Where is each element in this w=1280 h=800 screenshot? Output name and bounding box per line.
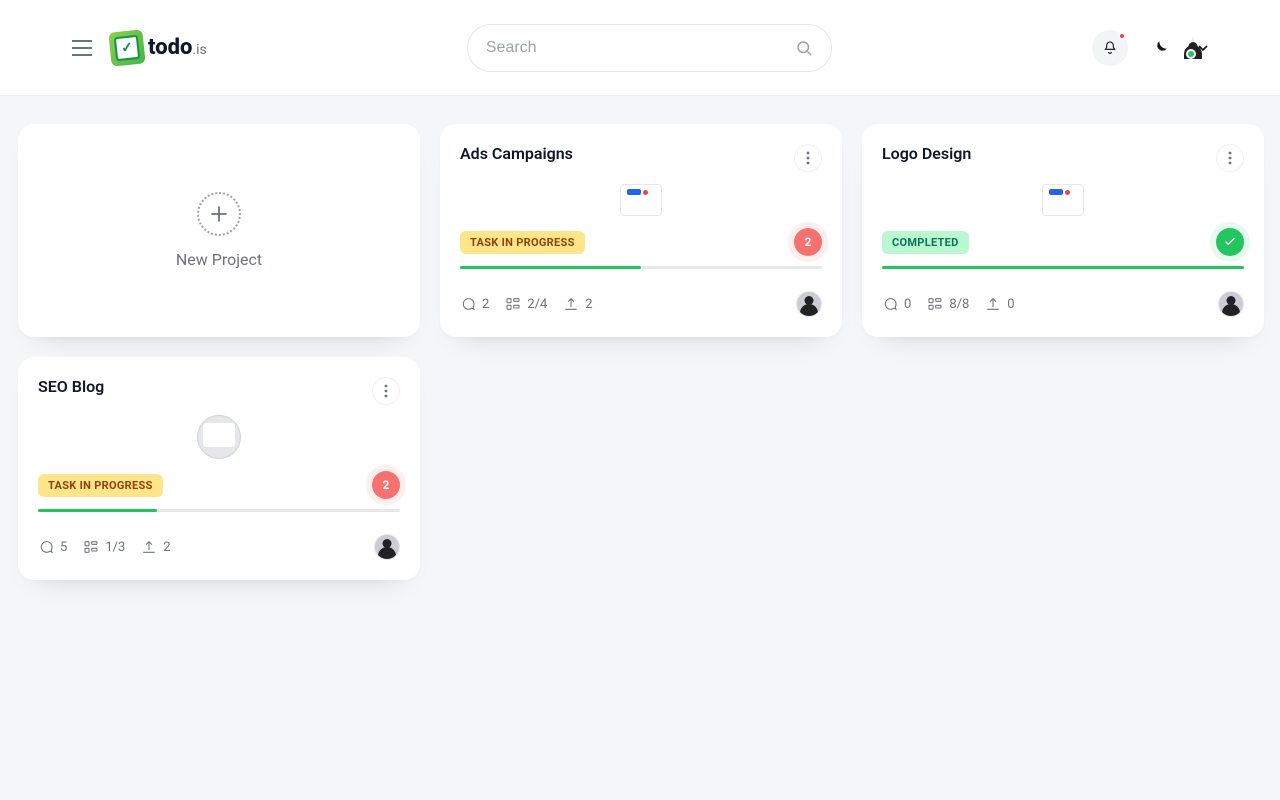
theme-toggle-button[interactable] [1142,30,1178,66]
stat-tasks: 2/4 [505,296,547,312]
add-project-icon [197,192,241,236]
project-footer: 5 1/3 2 [38,534,400,560]
logo-word: todo [148,35,192,60]
notifications-button[interactable] [1092,30,1128,66]
stat-tasks: 8/8 [927,296,969,312]
stat-comments: 0 [882,296,911,312]
project-progress [882,266,1244,269]
project-thumbnail [197,415,241,459]
project-progress [38,509,400,512]
comment-icon [38,539,54,555]
project-owner-avatar[interactable] [374,534,400,560]
logo-mark-icon [108,29,145,66]
notification-dot-icon [1118,32,1126,40]
project-status-row: TASK IN PROGRESS 2 [38,471,400,499]
project-stats: 2 2/4 2 [460,296,593,312]
search-input[interactable] [486,39,795,57]
comments-count: 5 [60,540,67,555]
bell-icon [1102,40,1118,56]
project-card-header: Ads Campaigns [460,144,822,172]
tasks-count: 8/8 [949,297,969,312]
comment-icon [882,296,898,312]
project-card[interactable]: Logo Design COMPLETED 0 [862,124,1264,337]
content-area: New Project Ads Campaigns TASK IN PROGRE… [0,96,1280,800]
project-menu-button[interactable] [372,377,400,405]
tasks-icon [927,296,943,312]
project-thumbnail [1042,184,1084,216]
tasks-count: 2/4 [527,297,547,312]
project-card[interactable]: Ads Campaigns TASK IN PROGRESS 2 2 [440,124,842,337]
project-status-row: TASK IN PROGRESS 2 [460,228,822,256]
status-badge: TASK IN PROGRESS [460,231,585,254]
user-menu[interactable] [1192,38,1208,57]
search-icon [795,39,813,57]
stat-tasks: 1/3 [83,539,125,555]
new-project-label: New Project [176,250,262,269]
hamburger-icon [72,40,92,56]
upload-icon [141,539,157,555]
logo[interactable]: todo.is [110,31,207,65]
header-center [207,24,1092,72]
comments-count: 0 [904,297,911,312]
project-status-row: COMPLETED [882,228,1244,256]
project-menu-button[interactable] [1216,144,1244,172]
pending-count-pill: 2 [372,471,400,499]
dots-vertical-icon [806,151,810,165]
plus-icon [210,205,228,223]
uploads-count: 0 [1007,297,1014,312]
tasks-icon [505,296,521,312]
logo-text: todo.is [148,35,207,60]
stat-uploads: 2 [141,539,170,555]
project-progress [460,266,822,269]
project-footer: 0 8/8 0 [882,291,1244,317]
upload-icon [563,296,579,312]
status-online-icon [1186,49,1196,59]
pending-count-pill: 2 [794,228,822,256]
project-stats: 5 1/3 2 [38,539,171,555]
tasks-icon [83,539,99,555]
new-project-card[interactable]: New Project [18,124,420,337]
dots-vertical-icon [1228,151,1232,165]
comment-icon [460,296,476,312]
hamburger-menu-button[interactable] [72,40,92,56]
stat-comments: 5 [38,539,67,555]
app-header: todo.is [0,0,1280,96]
status-badge: TASK IN PROGRESS [38,474,163,497]
project-title: Logo Design [882,144,971,163]
moon-icon [1151,39,1169,57]
dots-vertical-icon [384,384,388,398]
project-title: SEO Blog [38,377,104,396]
completed-check-pill [1216,228,1244,256]
tasks-count: 1/3 [105,540,125,555]
uploads-count: 2 [163,540,170,555]
project-card[interactable]: SEO Blog TASK IN PROGRESS 2 5 [18,357,420,580]
projects-grid: New Project Ads Campaigns TASK IN PROGRE… [18,124,1262,580]
header-right [1092,30,1208,66]
search-box[interactable] [467,24,832,72]
project-owner-avatar[interactable] [1218,291,1244,317]
project-card-header: SEO Blog [38,377,400,405]
comments-count: 2 [482,297,489,312]
project-stats: 0 8/8 0 [882,296,1015,312]
project-card-header: Logo Design [882,144,1244,172]
status-badge: COMPLETED [882,231,969,254]
check-icon [1223,235,1237,249]
stat-uploads: 0 [985,296,1014,312]
project-thumbnail [620,184,662,216]
uploads-count: 2 [585,297,592,312]
stat-uploads: 2 [563,296,592,312]
project-menu-button[interactable] [794,144,822,172]
upload-icon [985,296,1001,312]
stat-comments: 2 [460,296,489,312]
project-footer: 2 2/4 2 [460,291,822,317]
project-owner-avatar[interactable] [796,291,822,317]
logo-suffix: .is [192,42,206,58]
header-left: todo.is [72,31,207,65]
project-title: Ads Campaigns [460,144,573,163]
